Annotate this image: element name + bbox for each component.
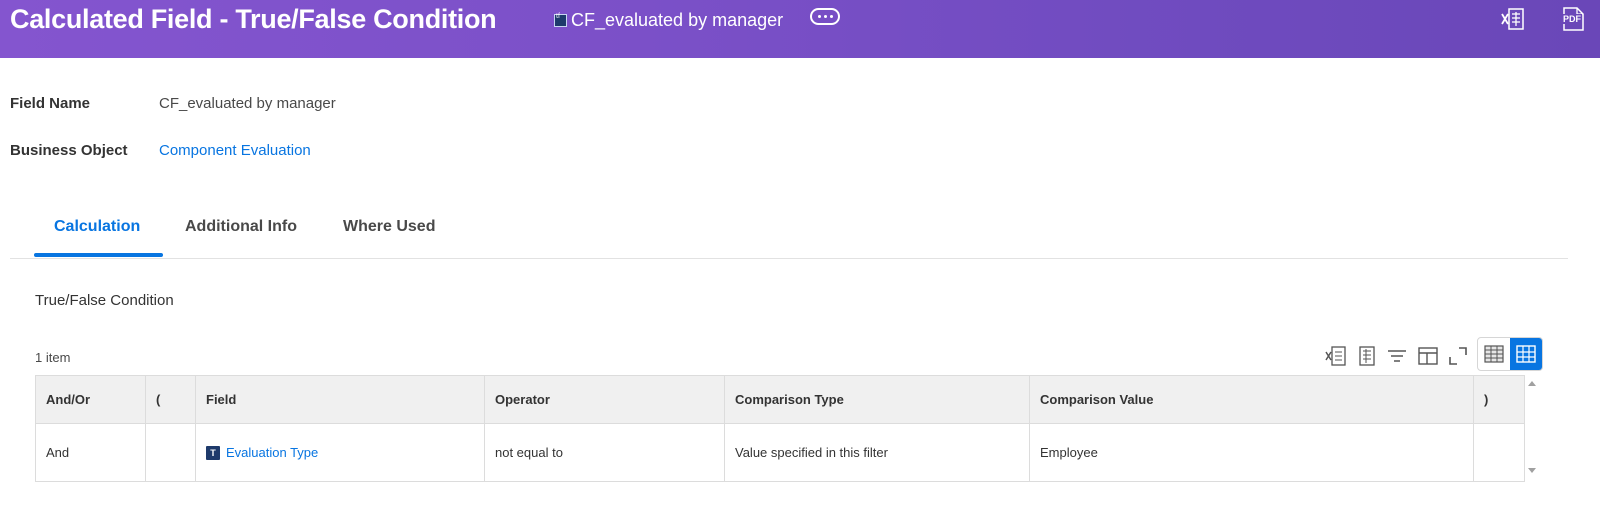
column-header-comparison-value[interactable]: Comparison Value	[1029, 375, 1474, 424]
field-name-value: CF_evaluated by manager	[159, 95, 336, 112]
grid-scrollbar[interactable]	[1524, 375, 1542, 482]
table-view-button[interactable]	[1478, 338, 1510, 370]
condition-grid: And/Or ( Field Operator Comparison Type …	[35, 375, 1525, 482]
field-name-label: Field Name	[10, 95, 91, 112]
column-header-and-or[interactable]: And/Or	[35, 375, 146, 424]
fullscreen-icon[interactable]	[1447, 345, 1469, 367]
column-header-close-paren[interactable]: )	[1473, 375, 1525, 424]
column-header-open-paren[interactable]: (	[145, 375, 196, 424]
field-link[interactable]: Evaluation Type	[226, 445, 318, 460]
export-excel-icon[interactable]	[1500, 6, 1526, 32]
item-count: 1 item	[35, 350, 71, 365]
active-tab-indicator	[34, 253, 163, 257]
export-excel-icon[interactable]	[1325, 345, 1347, 367]
business-object-label: Business Object	[10, 142, 128, 159]
text-field-type-icon: T	[206, 446, 220, 461]
view-toggle	[1477, 337, 1543, 371]
tab-additional-info[interactable]: Additional Info	[185, 218, 297, 236]
table-row: And T Evaluation Type not equal to Value …	[35, 423, 1525, 482]
column-chooser-icon[interactable]	[1417, 345, 1439, 367]
export-pdf-icon[interactable]: PDF	[1560, 6, 1586, 32]
column-header-field[interactable]: Field	[195, 375, 485, 424]
page-title: Calculated Field - True/False Condition	[10, 4, 497, 34]
scroll-down-icon[interactable]	[1528, 468, 1536, 473]
column-header-comparison-type[interactable]: Comparison Type	[724, 375, 1030, 424]
more-dot-icon	[823, 15, 827, 18]
cell-operator: not equal to	[484, 423, 725, 482]
cell-close-paren	[1473, 423, 1525, 482]
grid-view-button[interactable]	[1510, 338, 1542, 370]
cell-open-paren	[145, 423, 196, 482]
scroll-up-icon[interactable]	[1528, 381, 1536, 386]
section-title: True/False Condition	[35, 292, 174, 309]
cell-field: T Evaluation Type	[195, 423, 485, 482]
tab-calculation[interactable]: Calculation	[54, 218, 140, 236]
tab-where-used[interactable]: Where Used	[343, 218, 435, 236]
more-dot-icon	[829, 15, 833, 18]
view-printable-icon[interactable]	[1356, 345, 1378, 367]
cell-and-or: And	[35, 423, 146, 482]
calculated-field-icon	[554, 13, 567, 27]
more-dot-icon	[817, 15, 821, 18]
table-view-icon	[1484, 345, 1504, 363]
related-actions-button[interactable]	[810, 8, 840, 25]
business-object-link[interactable]: Component Evaluation	[159, 142, 311, 159]
page-header: Calculated Field - True/False Condition …	[0, 0, 1600, 58]
filter-icon[interactable]	[1386, 345, 1408, 367]
object-name-chip[interactable]: CF_evaluated by manager	[554, 9, 783, 31]
grid-view-icon	[1516, 345, 1536, 363]
tab-bar: Calculation Additional Info Where Used	[10, 200, 1568, 259]
cell-comparison-type: Value specified in this filter	[724, 423, 1030, 482]
column-header-operator[interactable]: Operator	[484, 375, 725, 424]
pdf-label: PDF	[1562, 14, 1582, 24]
cell-comparison-value: Employee	[1029, 423, 1474, 482]
object-name[interactable]: CF_evaluated by manager	[571, 10, 783, 31]
grid-header-row: And/Or ( Field Operator Comparison Type …	[35, 375, 1525, 424]
